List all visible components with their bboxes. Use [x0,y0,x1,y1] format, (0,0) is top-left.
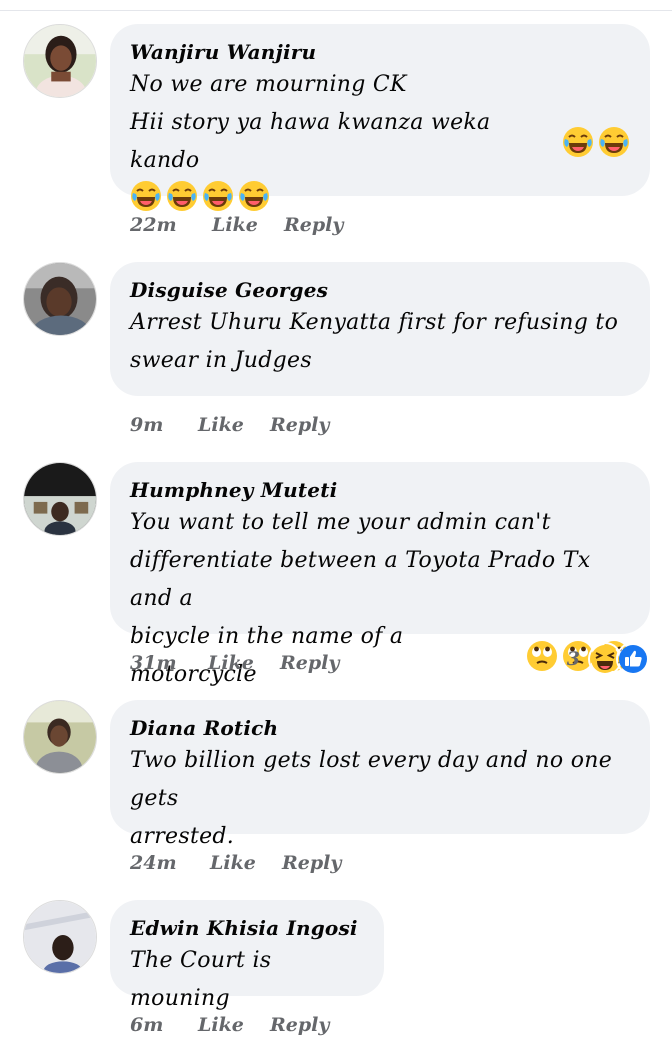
comment-text-line: No we are mourning CK [130,72,407,97]
face-with-tears-of-joy-icon [562,126,594,158]
reply-link[interactable]: Reply [270,410,329,440]
comment-text-line: swear in Judges [130,348,312,373]
reply-link[interactable]: Reply [280,648,339,678]
comment-text: Hii story ya hawa kwanza weka kando [130,110,491,173]
emoji-line [126,180,630,212]
comment-author[interactable]: Humphney Muteti [130,476,630,504]
face-with-tears-of-joy-icon [598,126,630,158]
comment-bubble: Edwin Khisia Ingosi The Court is mouning [110,900,384,1011]
comment-timestamp[interactable]: 6m [130,1010,163,1040]
comment-text-line: Hii story ya hawa kwanza weka kando [130,104,630,180]
comment-text-line: The Court is mouning [130,948,272,1011]
comment-bubble: Diana Rotich Two billion gets lost every… [110,700,650,849]
face-with-tears-of-joy-icon [166,180,198,212]
reaction-count: 3 [566,648,580,670]
face-with-rolling-eyes-icon [526,640,558,672]
avatar[interactable] [23,24,97,98]
like-link[interactable]: Like [198,1010,244,1040]
comment-author[interactable]: Diana Rotich [130,714,630,742]
comment-bubble: Wanjiru Wanjiru No we are mourning CK Hi… [110,24,650,211]
comment-author[interactable]: Disguise Georges [130,276,630,304]
reply-link[interactable]: Reply [270,1010,329,1040]
comment-text-line: differentiate between a Toyota Prado Tx … [130,548,591,611]
comment-timestamp[interactable]: 9m [130,410,163,440]
comment-text-line: Arrest Uhuru Kenyatta first for refusing… [130,310,619,335]
avatar[interactable] [23,900,97,974]
comment-bubble: Humphney Muteti You want to tell me your… [110,462,650,687]
reply-link[interactable]: Reply [284,210,343,240]
reaction-summary[interactable]: 3 [567,642,650,676]
comment-author[interactable]: Wanjiru Wanjiru [130,38,630,66]
like-link[interactable]: Like [212,210,258,240]
comment-timestamp[interactable]: 31m [130,648,177,678]
comment-text-line: You want to tell me your admin can't [130,510,551,535]
like-link[interactable]: Like [208,648,254,678]
comment-text-line: arrested. [130,824,235,849]
comment-timestamp[interactable]: 24m [130,848,177,878]
comment-text-line: bicycle in the name of a motorcycle [130,618,630,694]
face-with-tears-of-joy-icon [202,180,234,212]
comment-bubble: Disguise Georges Arrest Uhuru Kenyatta f… [110,262,650,396]
face-with-tears-of-joy-icon [238,180,270,212]
comment-timestamp[interactable]: 22m [130,210,177,240]
comment-author[interactable]: Edwin Khisia Ingosi [130,914,364,942]
thumbs-up-icon [616,642,650,676]
avatar[interactable] [23,462,97,536]
top-divider [0,10,672,11]
avatar[interactable] [23,262,97,336]
comment-text-line: Two billion gets lost every day and no o… [130,748,613,811]
reply-link[interactable]: Reply [282,848,341,878]
like-link[interactable]: Like [210,848,256,878]
avatar[interactable] [23,700,97,774]
face-with-tears-of-joy-icon [130,180,162,212]
like-link[interactable]: Like [198,410,244,440]
